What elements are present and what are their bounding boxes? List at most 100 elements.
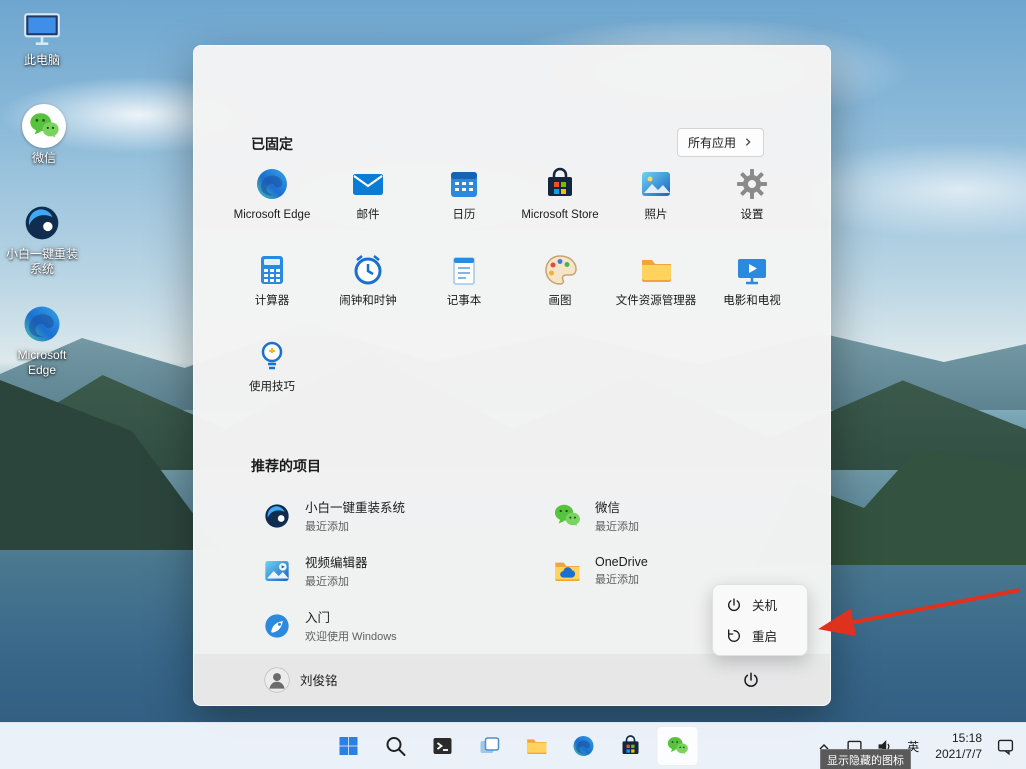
mail-icon	[350, 166, 386, 202]
pinned-app-calendar[interactable]: 日历	[416, 158, 512, 244]
hidden-icons-tooltip: 显示隐藏的图标	[820, 749, 911, 769]
tray-date: 2021/7/7	[935, 746, 982, 761]
store-icon	[542, 166, 578, 202]
this-pc-icon	[21, 8, 63, 50]
shutdown-menu-item[interactable]: 关机	[717, 589, 803, 620]
edge-icon	[254, 166, 290, 202]
desktop-icon-wechat[interactable]: 微信	[9, 104, 79, 166]
power-icon	[742, 671, 760, 689]
video-editor-icon	[262, 556, 292, 586]
pinned-app-label: 照片	[644, 209, 668, 221]
wechat-icon	[22, 104, 66, 148]
power-button[interactable]	[734, 663, 768, 697]
recommended-item-sublabel: 欢迎使用 Windows	[305, 631, 397, 643]
taskbar-store-button[interactable]	[610, 726, 652, 766]
pinned-app-alarms-clock[interactable]: 闹钟和时钟	[320, 244, 416, 330]
pinned-app-label: 设置	[740, 209, 764, 221]
restart-menu-item[interactable]: 重启	[717, 620, 803, 651]
user-account-button[interactable]: 刘俊铭	[256, 662, 346, 698]
recommended-item-xiaobai[interactable]: 小白一键重装系统 最近添加	[252, 488, 542, 543]
calendar-icon	[446, 166, 482, 202]
pinned-app-label: 电影和电视	[723, 295, 781, 307]
calculator-icon	[254, 252, 290, 288]
taskbar-edge-button[interactable]	[563, 726, 605, 766]
pinned-app-label: 画图	[548, 295, 572, 307]
start-button[interactable]	[328, 726, 370, 766]
desktop-icon-label: Microsoft Edge	[17, 348, 67, 377]
recommended-item-sublabel: 最近添加	[305, 521, 349, 533]
recommended-item-sublabel: 最近添加	[595, 521, 639, 533]
user-avatar-icon	[264, 667, 290, 693]
gear-icon	[734, 166, 770, 202]
recommended-item-label: OneDrive	[595, 554, 648, 569]
all-apps-label: 所有应用	[687, 136, 736, 150]
search-icon	[384, 734, 408, 758]
desktop-icon-label: 此电脑	[23, 53, 60, 67]
pinned-app-label: 记事本	[446, 295, 482, 307]
taskbar-center-icons	[328, 726, 699, 766]
wechat-icon	[666, 734, 690, 758]
movies-tv-icon	[734, 252, 770, 288]
photos-icon	[638, 166, 674, 202]
taskbar-terminal-button[interactable]	[422, 726, 464, 766]
get-started-icon	[262, 611, 292, 641]
pinned-app-label: 文件资源管理器	[615, 295, 697, 307]
tray-time: 15:18	[951, 730, 982, 745]
user-name: 刘俊铭	[300, 674, 338, 688]
recommended-item-label: 小白一键重装系统	[305, 501, 406, 515]
wechat-icon	[552, 501, 582, 531]
pinned-app-tips[interactable]: 使用技巧	[224, 330, 320, 416]
recommended-item-sublabel: 最近添加	[305, 576, 349, 588]
restart-icon	[726, 628, 742, 644]
task-view-icon	[478, 734, 502, 758]
desktop-icon-edge[interactable]: Microsoft Edge	[7, 303, 77, 378]
pinned-app-movies-tv[interactable]: 电影和电视	[704, 244, 800, 330]
pinned-app-mail[interactable]: 邮件	[320, 158, 416, 244]
clock[interactable]: 15:18 2021/7/7	[929, 729, 988, 764]
terminal-icon	[431, 734, 455, 758]
recommended-item-label: 视频编辑器	[305, 556, 368, 570]
task-view-button[interactable]	[469, 726, 511, 766]
start-menu-footer: 刘俊铭	[194, 654, 830, 705]
pinned-app-calculator[interactable]: 计算器	[224, 244, 320, 330]
notification-icon	[996, 737, 1015, 756]
recommended-item-label: 入门	[305, 611, 331, 625]
notepad-icon	[446, 252, 482, 288]
taskbar-wechat-button[interactable]	[656, 726, 699, 766]
restart-label: 重启	[752, 630, 778, 644]
pinned-app-microsoft-store[interactable]: Microsoft Store	[512, 158, 608, 244]
all-apps-button[interactable]: 所有应用	[676, 128, 764, 157]
recommended-item-label: 微信	[595, 501, 621, 515]
desktop-icon-label: 小白一键重装系统	[5, 247, 78, 276]
notification-center-button[interactable]	[992, 732, 1018, 762]
pinned-section-header: 已固定	[251, 136, 293, 152]
pinned-app-photos[interactable]: 照片	[608, 158, 704, 244]
desktop-icon-this-pc[interactable]: 此电脑	[7, 8, 77, 68]
lightbulb-icon	[254, 338, 290, 374]
folder-icon	[638, 252, 674, 288]
recommended-item-get-started[interactable]: 入门 欢迎使用 Windows	[252, 598, 542, 653]
onedrive-icon	[552, 556, 582, 586]
pinned-app-file-explorer[interactable]: 文件资源管理器	[608, 244, 704, 330]
taskbar-file-explorer-button[interactable]	[516, 726, 558, 766]
pinned-app-paint[interactable]: 画图	[512, 244, 608, 330]
recommended-item-wechat[interactable]: 微信 最近添加	[542, 488, 832, 543]
pinned-app-label: 日历	[452, 209, 476, 221]
alarm-clock-icon	[350, 252, 386, 288]
desktop-icon-xiaobai[interactable]: 小白一键重装系统	[4, 202, 80, 277]
xiaobai-icon	[21, 202, 63, 244]
xiaobai-icon	[262, 501, 292, 531]
recommended-item-sublabel: 最近添加	[595, 573, 639, 586]
recommended-item-video-editor[interactable]: 视频编辑器 最近添加	[252, 543, 542, 598]
pinned-app-notepad[interactable]: 记事本	[416, 244, 512, 330]
pinned-app-label: Microsoft Store	[521, 209, 599, 221]
pinned-app-settings[interactable]: 设置	[704, 158, 800, 244]
pinned-app-label: 邮件	[356, 209, 380, 221]
folder-icon	[525, 734, 549, 758]
pinned-app-label: 闹钟和时钟	[339, 295, 397, 307]
pinned-app-microsoft-edge[interactable]: Microsoft Edge	[224, 158, 320, 244]
power-flyout-menu: 关机 重启	[712, 584, 808, 656]
windows-logo-icon	[337, 734, 361, 758]
taskbar-search-button[interactable]	[375, 726, 417, 766]
store-icon	[619, 734, 643, 758]
